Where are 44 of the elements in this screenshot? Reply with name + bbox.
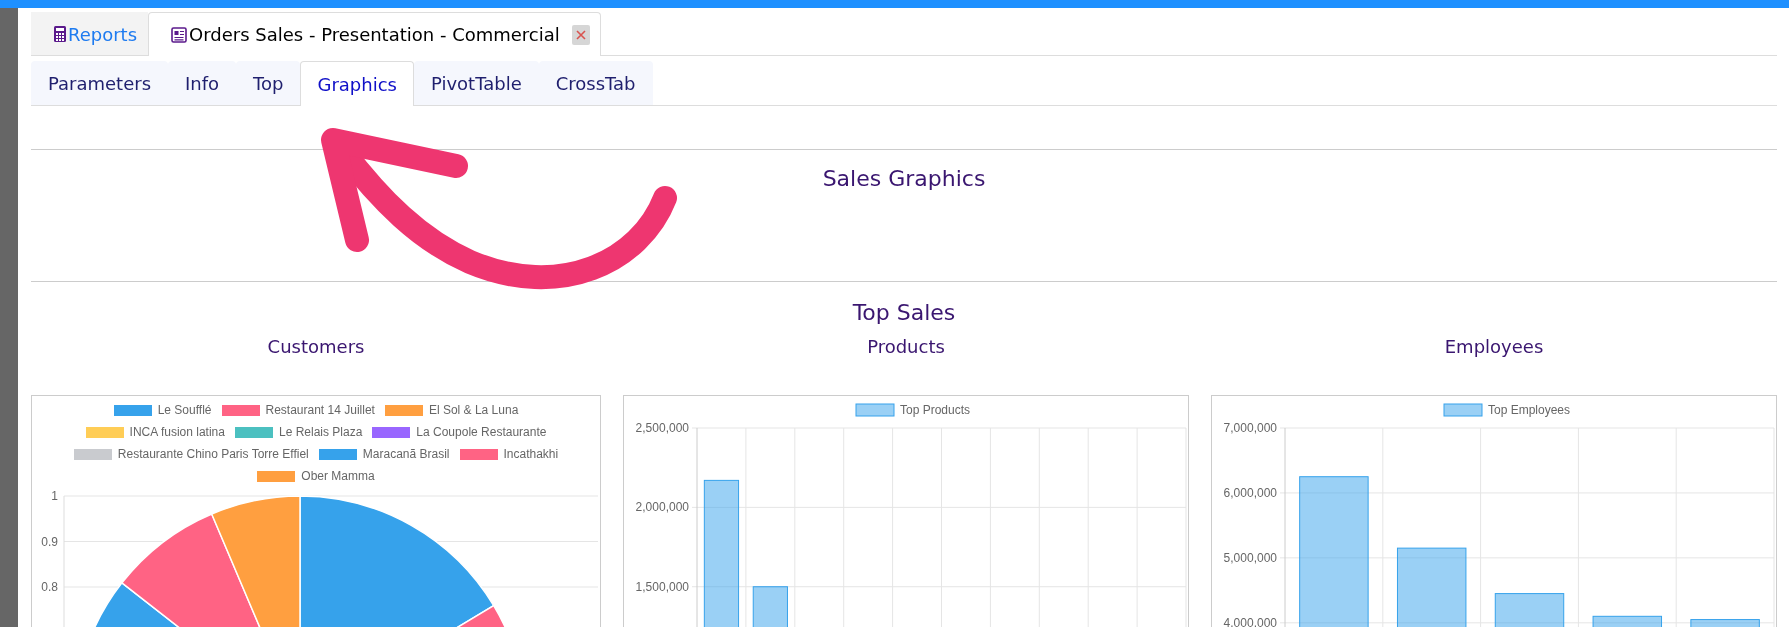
legend-label: Le Relais Plaza bbox=[278, 425, 363, 439]
axis-label: 0.8 bbox=[41, 580, 58, 594]
axis-label: 1,500,000 bbox=[635, 579, 689, 594]
document-icon bbox=[171, 26, 188, 43]
legend-label: El Sol & La Luna bbox=[428, 403, 519, 417]
bar bbox=[1592, 615, 1663, 627]
tab[interactable]: Top bbox=[236, 61, 301, 105]
legend-label: Maracanã Brasil bbox=[362, 447, 450, 461]
legend-label: La Coupole Restaurante bbox=[416, 425, 547, 439]
page-title: Sales Graphics bbox=[821, 165, 987, 193]
tab[interactable]: Graphics bbox=[300, 61, 414, 106]
column-title: Products bbox=[866, 335, 946, 359]
axis-label: 2,000,000 bbox=[635, 500, 689, 515]
legend-label: INCA fusion latina bbox=[129, 425, 225, 439]
axis-label: 6,000,000 bbox=[1223, 485, 1277, 500]
bar bbox=[1690, 619, 1760, 627]
tab[interactable]: PivotTable bbox=[414, 61, 539, 105]
axis-label: 7,000,000 bbox=[1223, 421, 1277, 435]
legend-label: Top Employees bbox=[1488, 403, 1571, 417]
column-title: Employees bbox=[1443, 335, 1545, 359]
axis-label: 2,500,000 bbox=[635, 421, 689, 435]
axis-label: 0.9 bbox=[41, 534, 58, 549]
bar bbox=[752, 586, 788, 627]
axis-label: 1 bbox=[51, 490, 58, 503]
bar bbox=[1494, 593, 1565, 627]
calculator-icon bbox=[54, 26, 66, 42]
legend-item: Top Products bbox=[855, 403, 971, 417]
tab[interactable]: CrossTab bbox=[538, 61, 653, 105]
section-title: Top Sales bbox=[851, 299, 957, 327]
axis-label: 5,000,000 bbox=[1223, 550, 1277, 565]
tab[interactable]: Info bbox=[168, 61, 237, 105]
legend-label: Incathakhi bbox=[503, 447, 559, 461]
legend-label: Top Products bbox=[900, 403, 971, 417]
legend-label: Le Soufflé bbox=[157, 403, 212, 417]
tab[interactable]: Parameters bbox=[31, 61, 169, 105]
tab[interactable]: Orders Sales - Presentation - Commercial bbox=[148, 12, 601, 56]
legend-label: Ober Mamma bbox=[301, 469, 375, 483]
tab[interactable]: Reports bbox=[31, 12, 149, 55]
close-button[interactable] bbox=[571, 24, 590, 45]
close-icon bbox=[575, 29, 586, 40]
legend-item: Top Employees bbox=[1443, 403, 1571, 417]
legend-label: Restaurante Chino Paris Torre Effiel bbox=[117, 447, 309, 461]
column-title: Customers bbox=[266, 335, 366, 359]
legend-label: Restaurant 14 Juillet bbox=[265, 403, 375, 417]
